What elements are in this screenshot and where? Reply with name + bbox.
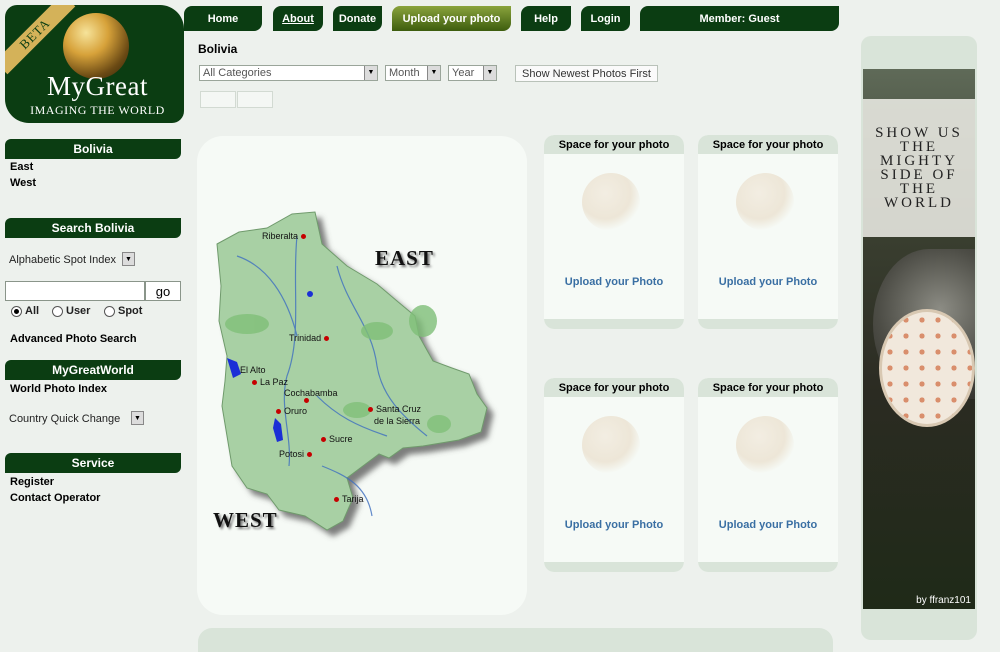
city-cochabamba[interactable]: Cochabamba (284, 388, 338, 398)
upload-photo-link[interactable]: Upload your Photo (698, 519, 838, 531)
photo-slot-title: Space for your photo (544, 378, 684, 397)
city-santa-cruz[interactable]: Santa Cruz (368, 404, 421, 414)
year-select[interactable]: Year ▼ (448, 65, 497, 81)
nav-donate-button[interactable]: Donate (333, 6, 382, 31)
placeholder-globe-icon (736, 173, 794, 231)
map-pin-icon (368, 406, 373, 412)
photo-slot-title: Space for your photo (698, 135, 838, 154)
city-trinidad[interactable]: Trinidad (289, 333, 330, 343)
page-title: Bolivia (198, 42, 238, 56)
map-pin-icon (321, 436, 326, 442)
ad-credit: by ffranz101 (916, 595, 971, 606)
register-link[interactable]: Register (10, 476, 54, 488)
region-header: Bolivia (5, 139, 181, 159)
city-oruro[interactable]: Oruro (276, 406, 307, 416)
nav-about-button[interactable]: About (273, 6, 323, 31)
photo-slot: Space for your photo Upload your Photo (544, 378, 684, 572)
nav-help-button[interactable]: Help (521, 6, 571, 31)
map-region-east[interactable]: EAST (375, 246, 434, 271)
radio-all[interactable]: All (11, 305, 39, 317)
next-page-button[interactable] (237, 91, 273, 108)
map-pin-icon (304, 398, 309, 403)
map-pin-icon (252, 379, 257, 385)
world-photo-index-link[interactable]: World Photo Index (10, 383, 107, 395)
radio-user[interactable]: User (52, 305, 90, 317)
map-pin-icon (324, 335, 330, 341)
map-pin-icon (301, 233, 307, 239)
go-button[interactable]: go (145, 281, 181, 301)
photo-slot-footer (698, 319, 838, 329)
chevron-down-icon: ▼ (483, 66, 496, 80)
placeholder-globe-icon (736, 416, 794, 474)
region-link-west[interactable]: West (10, 177, 36, 189)
country-quick-change-label: Country Quick Change (9, 413, 121, 425)
bolivia-map[interactable] (197, 136, 527, 615)
spot-index-dropdown[interactable]: ▼ (122, 252, 135, 266)
country-map-panel: EAST WEST Riberalta Trinidad El Alto La … (197, 136, 527, 615)
map-region-west[interactable]: WEST (213, 508, 278, 533)
category-select[interactable]: All Categories ▼ (199, 65, 378, 81)
radio-dot (52, 305, 63, 317)
advanced-search-link[interactable]: Advanced Photo Search (10, 333, 137, 345)
ad-headline: SHOW US THE MIGHTY SIDE OF THE WORLD (863, 99, 975, 237)
city-tarija[interactable]: Tarija (334, 494, 364, 504)
photo-slot-title: Space for your photo (544, 135, 684, 154)
site-logo[interactable]: BETA MyGreat IMAGING THE WORLD (5, 5, 184, 123)
upload-photo-link[interactable]: Upload your Photo (544, 519, 684, 531)
upload-photo-link[interactable]: Upload your Photo (544, 276, 684, 288)
brand-tagline: IMAGING THE WORLD (30, 103, 165, 117)
region-link-east[interactable]: East (10, 161, 33, 173)
city-santa-cruz-line2: de la Sierra (374, 416, 421, 426)
ad-lip-plate (879, 309, 975, 427)
radio-dot (11, 305, 22, 317)
map-pin-icon (276, 408, 281, 414)
map-pin-icon (334, 496, 339, 502)
featured-photo-ad[interactable]: SHOW US THE MIGHTY SIDE OF THE WORLD by … (863, 69, 975, 609)
city-potosi[interactable]: Potosi (279, 449, 313, 459)
nav-upload-button[interactable]: Upload your photo (392, 6, 511, 31)
city-el-alto[interactable]: El Alto (240, 365, 266, 375)
spot-index-label: Alphabetic Spot Index (9, 254, 117, 266)
photo-slot-footer (544, 319, 684, 329)
search-input[interactable] (5, 281, 145, 301)
country-quick-change-dropdown[interactable]: ▼ (131, 411, 144, 425)
show-newest-button[interactable]: Show Newest Photos First (515, 65, 658, 82)
photo-slot: Space for your photo Upload your Photo (544, 135, 684, 329)
month-select[interactable]: Month ▼ (385, 65, 441, 81)
chevron-down-icon: ▼ (427, 66, 440, 80)
brand-name: MyGreat (47, 71, 148, 101)
city-cochabamba-pin (304, 398, 309, 403)
bottom-panel (198, 628, 833, 652)
globe-icon (63, 13, 129, 79)
upload-photo-link[interactable]: Upload your Photo (698, 276, 838, 288)
city-la-paz[interactable]: La Paz (252, 377, 288, 387)
photo-slot-footer (698, 562, 838, 572)
radio-spot[interactable]: Spot (104, 305, 142, 317)
service-header: Service (5, 453, 181, 473)
photo-slot-title: Space for your photo (698, 378, 838, 397)
photo-slot: Space for your photo Upload your Photo (698, 135, 838, 329)
map-pin-icon (307, 451, 313, 457)
member-status: Member: Guest (640, 6, 839, 31)
nav-login-button[interactable]: Login (581, 6, 630, 31)
nav-home-button[interactable]: Home (184, 6, 262, 31)
placeholder-globe-icon (582, 173, 640, 231)
world-header: MyGreatWorld (5, 360, 181, 380)
prev-page-button[interactable] (200, 91, 236, 108)
city-sucre[interactable]: Sucre (321, 434, 353, 444)
contact-operator-link[interactable]: Contact Operator (10, 492, 100, 504)
city-riberalta[interactable]: Riberalta (262, 231, 307, 241)
placeholder-globe-icon (582, 416, 640, 474)
search-header: Search Bolivia (5, 218, 181, 238)
radio-dot (104, 305, 115, 317)
photo-slot-footer (544, 562, 684, 572)
chevron-down-icon: ▼ (364, 66, 377, 80)
photo-slot: Space for your photo Upload your Photo (698, 378, 838, 572)
